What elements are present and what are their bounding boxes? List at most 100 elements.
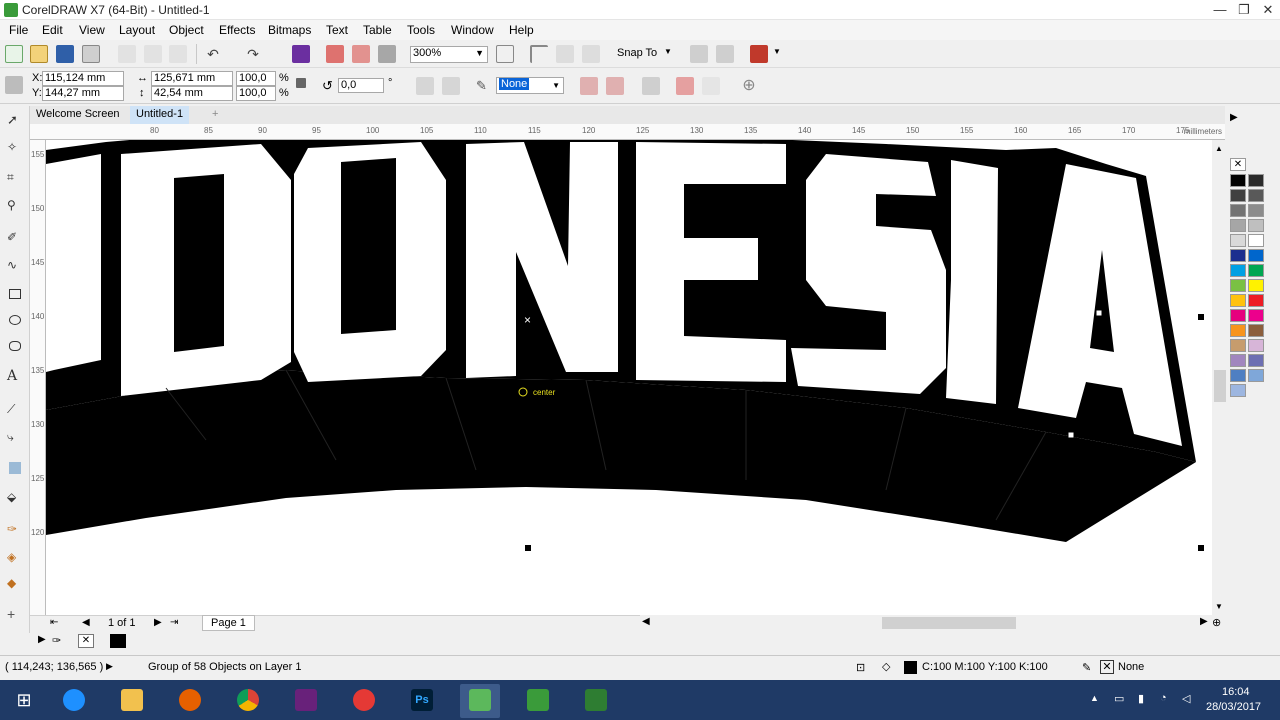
snap-to-button[interactable]: Snap To — [617, 47, 657, 59]
menu-file[interactable]: File — [9, 23, 28, 37]
horizontal-scroll-thumb[interactable] — [882, 617, 1016, 629]
node-handle[interactable] — [1095, 309, 1103, 317]
clock-date[interactable]: 28/03/2017 — [1206, 701, 1261, 713]
drawing-canvas[interactable]: × center — [46, 140, 1214, 615]
width-field[interactable]: 125,671 mm — [151, 71, 233, 86]
windows-start-button[interactable]: ⊞ — [4, 684, 44, 718]
palette-swatch[interactable] — [1230, 279, 1246, 292]
tab-welcome-screen[interactable]: Welcome Screen — [30, 106, 126, 124]
drop-shadow-tool-icon[interactable] — [9, 462, 21, 474]
zoom-navigator-icon[interactable]: ⊕ — [1212, 616, 1221, 629]
visual-studio-taskbar[interactable] — [286, 684, 326, 718]
palette-swatch[interactable] — [1248, 249, 1264, 262]
no-color-swatch[interactable]: ✕ — [1230, 158, 1246, 171]
previous-page-icon[interactable]: ◀ — [82, 617, 90, 628]
ellipse-tool-icon[interactable] — [9, 315, 21, 325]
file-explorer-taskbar[interactable] — [112, 684, 152, 718]
text-tool-icon[interactable]: A — [7, 368, 23, 384]
document-palette-arrow-icon[interactable]: ▶ — [38, 634, 46, 645]
import-icon[interactable] — [326, 45, 344, 63]
search-content-icon[interactable] — [292, 45, 310, 63]
selection-handle[interactable] — [1198, 314, 1204, 320]
tray-device-icon[interactable]: ▭ — [1114, 692, 1124, 705]
palette-scroll-up-icon[interactable]: ▶ — [1230, 112, 1238, 123]
node-handle[interactable] — [1067, 431, 1075, 439]
corel-connect-taskbar[interactable] — [518, 684, 558, 718]
next-page-icon[interactable]: ▶ — [154, 617, 162, 628]
palette-swatch[interactable] — [1230, 354, 1246, 367]
status-arrow-icon[interactable]: ▶ — [106, 661, 113, 672]
full-screen-preview-icon[interactable] — [496, 45, 514, 63]
rectangle-tool-icon[interactable] — [9, 289, 21, 299]
new-tab-icon[interactable]: + — [206, 106, 224, 124]
palette-swatch[interactable] — [1248, 189, 1264, 202]
black-swatch[interactable] — [110, 634, 126, 648]
show-guidelines-icon[interactable] — [582, 45, 600, 63]
tab-untitled-1[interactable]: Untitled-1 — [130, 106, 190, 124]
redo-icon[interactable]: ↷ — [244, 45, 262, 63]
arrange-icon[interactable] — [642, 77, 660, 95]
menu-help[interactable]: Help — [509, 23, 534, 37]
palette-swatch[interactable] — [1248, 234, 1264, 247]
show-grid-icon[interactable] — [556, 45, 574, 63]
palette-swatch[interactable] — [1230, 219, 1246, 232]
firefox-taskbar[interactable] — [170, 684, 210, 718]
palette-swatch[interactable] — [1248, 369, 1264, 382]
last-page-icon[interactable]: ⇥ — [170, 617, 178, 628]
clock-time[interactable]: 16:04 — [1222, 686, 1250, 698]
menu-text[interactable]: Text — [326, 23, 348, 37]
quick-customize-icon[interactable]: ⊕ — [740, 77, 758, 95]
chevron-down-icon[interactable]: ▼ — [664, 47, 672, 56]
palette-swatch[interactable] — [1230, 249, 1246, 262]
menu-layout[interactable]: Layout — [119, 23, 155, 37]
photoshop-taskbar[interactable]: Ps — [402, 684, 442, 718]
scroll-down-icon[interactable]: ▼ — [1215, 602, 1223, 611]
menu-tools[interactable]: Tools — [407, 23, 435, 37]
scale-x-field[interactable]: 100,0 — [236, 71, 276, 86]
group-icon[interactable] — [580, 77, 598, 95]
options-icon[interactable] — [690, 45, 708, 63]
zoom-tool-icon[interactable]: ⚲ — [7, 198, 23, 214]
palette-swatch[interactable] — [1248, 294, 1264, 307]
mirror-horizontal-icon[interactable] — [416, 77, 434, 95]
palette-swatch[interactable] — [1248, 279, 1264, 292]
palette-swatch[interactable] — [1230, 324, 1246, 337]
corel-capture-taskbar[interactable] — [576, 684, 616, 718]
document-palette-eyedropper-icon[interactable]: ✑ — [52, 634, 61, 647]
welcome-screen-icon[interactable] — [750, 45, 768, 63]
smart-fill-tool-icon[interactable]: ◆ — [7, 576, 23, 592]
undo-icon[interactable]: ↶ — [204, 45, 222, 63]
no-color-swatch[interactable]: ✕ — [78, 634, 94, 648]
page-tab[interactable]: Page 1 — [202, 615, 255, 631]
palette-swatch[interactable] — [1248, 204, 1264, 217]
transparency-tool-icon[interactable]: ⬙ — [7, 490, 23, 506]
volume-icon[interactable]: ◁ — [1182, 692, 1190, 705]
vertical-scroll-thumb[interactable] — [1214, 370, 1226, 402]
horizontal-scrollbar[interactable]: ◀ ▶ ⊕ — [640, 615, 1228, 631]
palette-swatch[interactable] — [1248, 324, 1264, 337]
close-button[interactable]: ✕ — [1254, 0, 1280, 20]
new-document-icon[interactable] — [5, 45, 23, 63]
artwork[interactable]: × center — [46, 140, 1214, 615]
palette-swatch[interactable] — [1230, 234, 1246, 247]
tray-overflow-icon[interactable]: ▲ — [1090, 693, 1099, 703]
ungroup-icon[interactable] — [606, 77, 624, 95]
add-tool-icon[interactable]: + — [7, 606, 23, 622]
palette-swatch[interactable] — [1230, 264, 1246, 277]
combine-icon[interactable] — [676, 77, 694, 95]
menu-effects[interactable]: Effects — [219, 23, 255, 37]
palette-swatch[interactable] — [1248, 264, 1264, 277]
palette-swatch[interactable] — [1248, 219, 1264, 232]
x-position-field[interactable]: 115,124 mm — [42, 71, 124, 86]
palette-swatch[interactable] — [1230, 189, 1246, 202]
break-apart-icon[interactable] — [702, 77, 720, 95]
internet-explorer-taskbar[interactable] — [54, 684, 94, 718]
save-icon[interactable] — [56, 45, 74, 63]
menu-object[interactable]: Object — [169, 23, 204, 37]
first-page-icon[interactable]: ⇤ — [50, 617, 58, 628]
paste-icon[interactable] — [169, 45, 187, 63]
menu-view[interactable]: View — [79, 23, 105, 37]
palette-swatch[interactable] — [1230, 294, 1246, 307]
palette-swatch[interactable] — [1230, 339, 1246, 352]
screen-recorder-taskbar[interactable] — [344, 684, 384, 718]
